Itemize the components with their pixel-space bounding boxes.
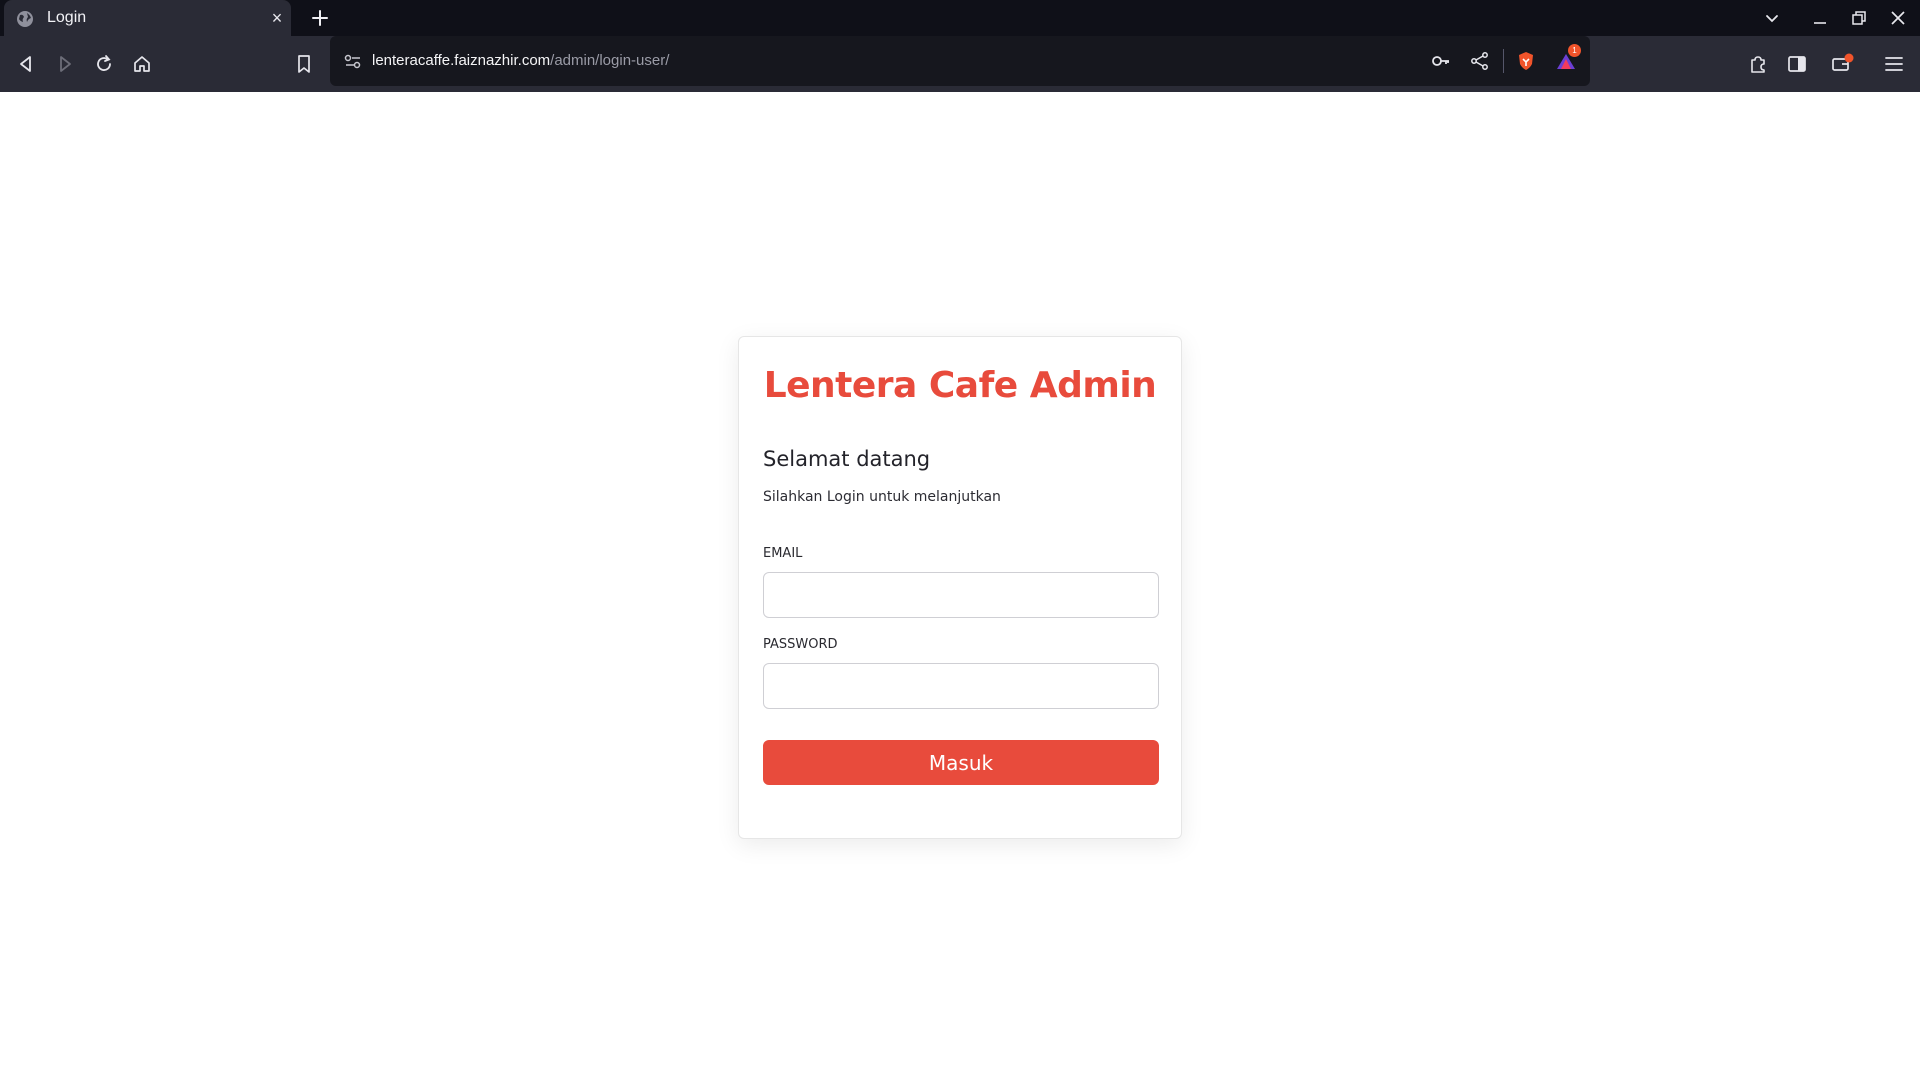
email-label: EMAIL (763, 546, 803, 561)
menu-icon[interactable] (1882, 52, 1906, 76)
rewards-badge: 1 (1568, 44, 1581, 57)
email-field[interactable] (763, 572, 1159, 618)
url-divider (1503, 49, 1504, 73)
minimize-icon[interactable] (1810, 8, 1830, 28)
tab-search-chevron-icon[interactable] (1762, 8, 1782, 28)
address-bar[interactable]: lenteracaffe.faiznazhir.com/admin/login-… (330, 36, 1590, 86)
bookmark-icon[interactable] (292, 52, 316, 76)
new-tab-icon[interactable] (308, 6, 332, 30)
extensions-icon[interactable] (1746, 52, 1770, 76)
tab-title: Login (47, 9, 87, 26)
url-path: /admin/login-user/ (550, 52, 670, 69)
welcome-heading: Selamat datang (763, 447, 931, 471)
globe-icon (17, 11, 33, 27)
password-field[interactable] (763, 663, 1159, 709)
browser-tabstrip: Login × (0, 0, 1920, 36)
tab-close-icon[interactable]: × (268, 9, 286, 27)
wallet-icon[interactable] (1830, 52, 1854, 76)
browser-tab[interactable]: Login × (4, 0, 291, 36)
page-content: Lentera Cafe Admin Selamat datang Silahk… (0, 92, 1920, 1080)
sidebar-icon[interactable] (1785, 52, 1809, 76)
close-window-icon[interactable] (1888, 8, 1908, 28)
restore-icon[interactable] (1849, 8, 1869, 28)
reload-icon[interactable] (92, 52, 116, 76)
url-text: lenteracaffe.faiznazhir.com/admin/login-… (372, 52, 669, 69)
login-title: Lentera Cafe Admin (763, 365, 1157, 406)
key-icon[interactable] (1430, 50, 1452, 72)
login-submit-button[interactable]: Masuk (763, 740, 1159, 785)
login-subtitle: Silahkan Login untuk melanjutkan (763, 489, 1001, 505)
site-info-icon[interactable] (342, 50, 364, 72)
brave-shields-icon[interactable] (1515, 50, 1537, 72)
url-domain: lenteracaffe.faiznazhir.com (372, 52, 551, 69)
home-icon[interactable] (130, 52, 154, 76)
login-card: Lentera Cafe Admin Selamat datang Silahk… (738, 336, 1182, 839)
share-icon[interactable] (1469, 50, 1491, 72)
back-icon[interactable] (14, 52, 38, 76)
forward-icon[interactable] (53, 52, 77, 76)
password-label: PASSWORD (763, 637, 838, 652)
browser-toolbar: lenteracaffe.faiznazhir.com/admin/login-… (0, 36, 1920, 92)
